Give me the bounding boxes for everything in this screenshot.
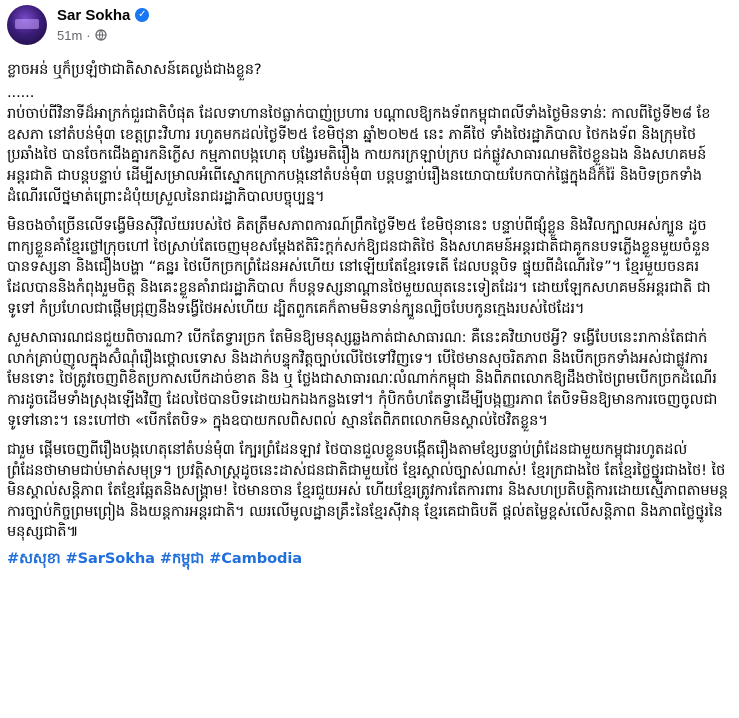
post-paragraph-3: សួមសាធារណជនជួយពិចារណា? បើកតែទ្វារច្រក តែ…	[7, 329, 718, 429]
hashtag-link[interactable]: #កម្ពុជា	[160, 549, 204, 569]
hashtag-link[interactable]: #សសុខា	[7, 549, 61, 569]
post-header: Sar Sokha ✓ 51m ·	[7, 0, 730, 56]
author-name[interactable]: Sar Sokha	[57, 7, 130, 24]
author-info: Sar Sokha ✓ 51m ·	[57, 4, 150, 44]
author-avatar[interactable]	[7, 5, 47, 45]
author-name-row: Sar Sokha ✓	[57, 4, 150, 26]
post-timestamp[interactable]: 51m	[57, 28, 82, 43]
post-paragraph-2: មិនចងចាំច្រើនលើទង្វើមិនស៊ីវិល័យរបស់ថៃ គិ…	[7, 217, 711, 317]
post-paragraph-4: ជារួម ផ្ដើមចេញពីរឿងបង្កហេតុនៅតំបន់មុំ៣ ក…	[7, 441, 728, 541]
globe-icon[interactable]	[95, 29, 107, 41]
post-ellipsis: ......	[7, 83, 35, 101]
post-headline: ខ្លាចអន់ ឬក៏ប្រឡំថាជាតិសាសន៍គេល្ងង់ជាងខ្…	[7, 61, 262, 78]
hashtag-link[interactable]: #SarSokha	[66, 549, 155, 569]
meta-separator: ·	[86, 27, 91, 43]
hashtag-list: #សសុខា #SarSokha #កម្ពុជា #Cambodia	[7, 549, 730, 569]
hashtag-link[interactable]: #Cambodia	[209, 549, 302, 569]
post-meta: 51m ·	[57, 26, 149, 44]
post-body: ខ្លាចអន់ ឬក៏ប្រឡំថាជាតិសាសន៍គេល្ងង់ជាងខ្…	[7, 60, 730, 569]
verified-badge-icon: ✓	[135, 8, 150, 22]
post-paragraph-1: រាប់ចាប់ពីវិនាទីដ៏អាក្រក់ជួរជាតិបំផុត ដែ…	[7, 105, 711, 205]
facebook-post: Sar Sokha ✓ 51m · ខ្លាចអន់ ឬក៏ប្រឡំថាជាត…	[0, 0, 739, 718]
